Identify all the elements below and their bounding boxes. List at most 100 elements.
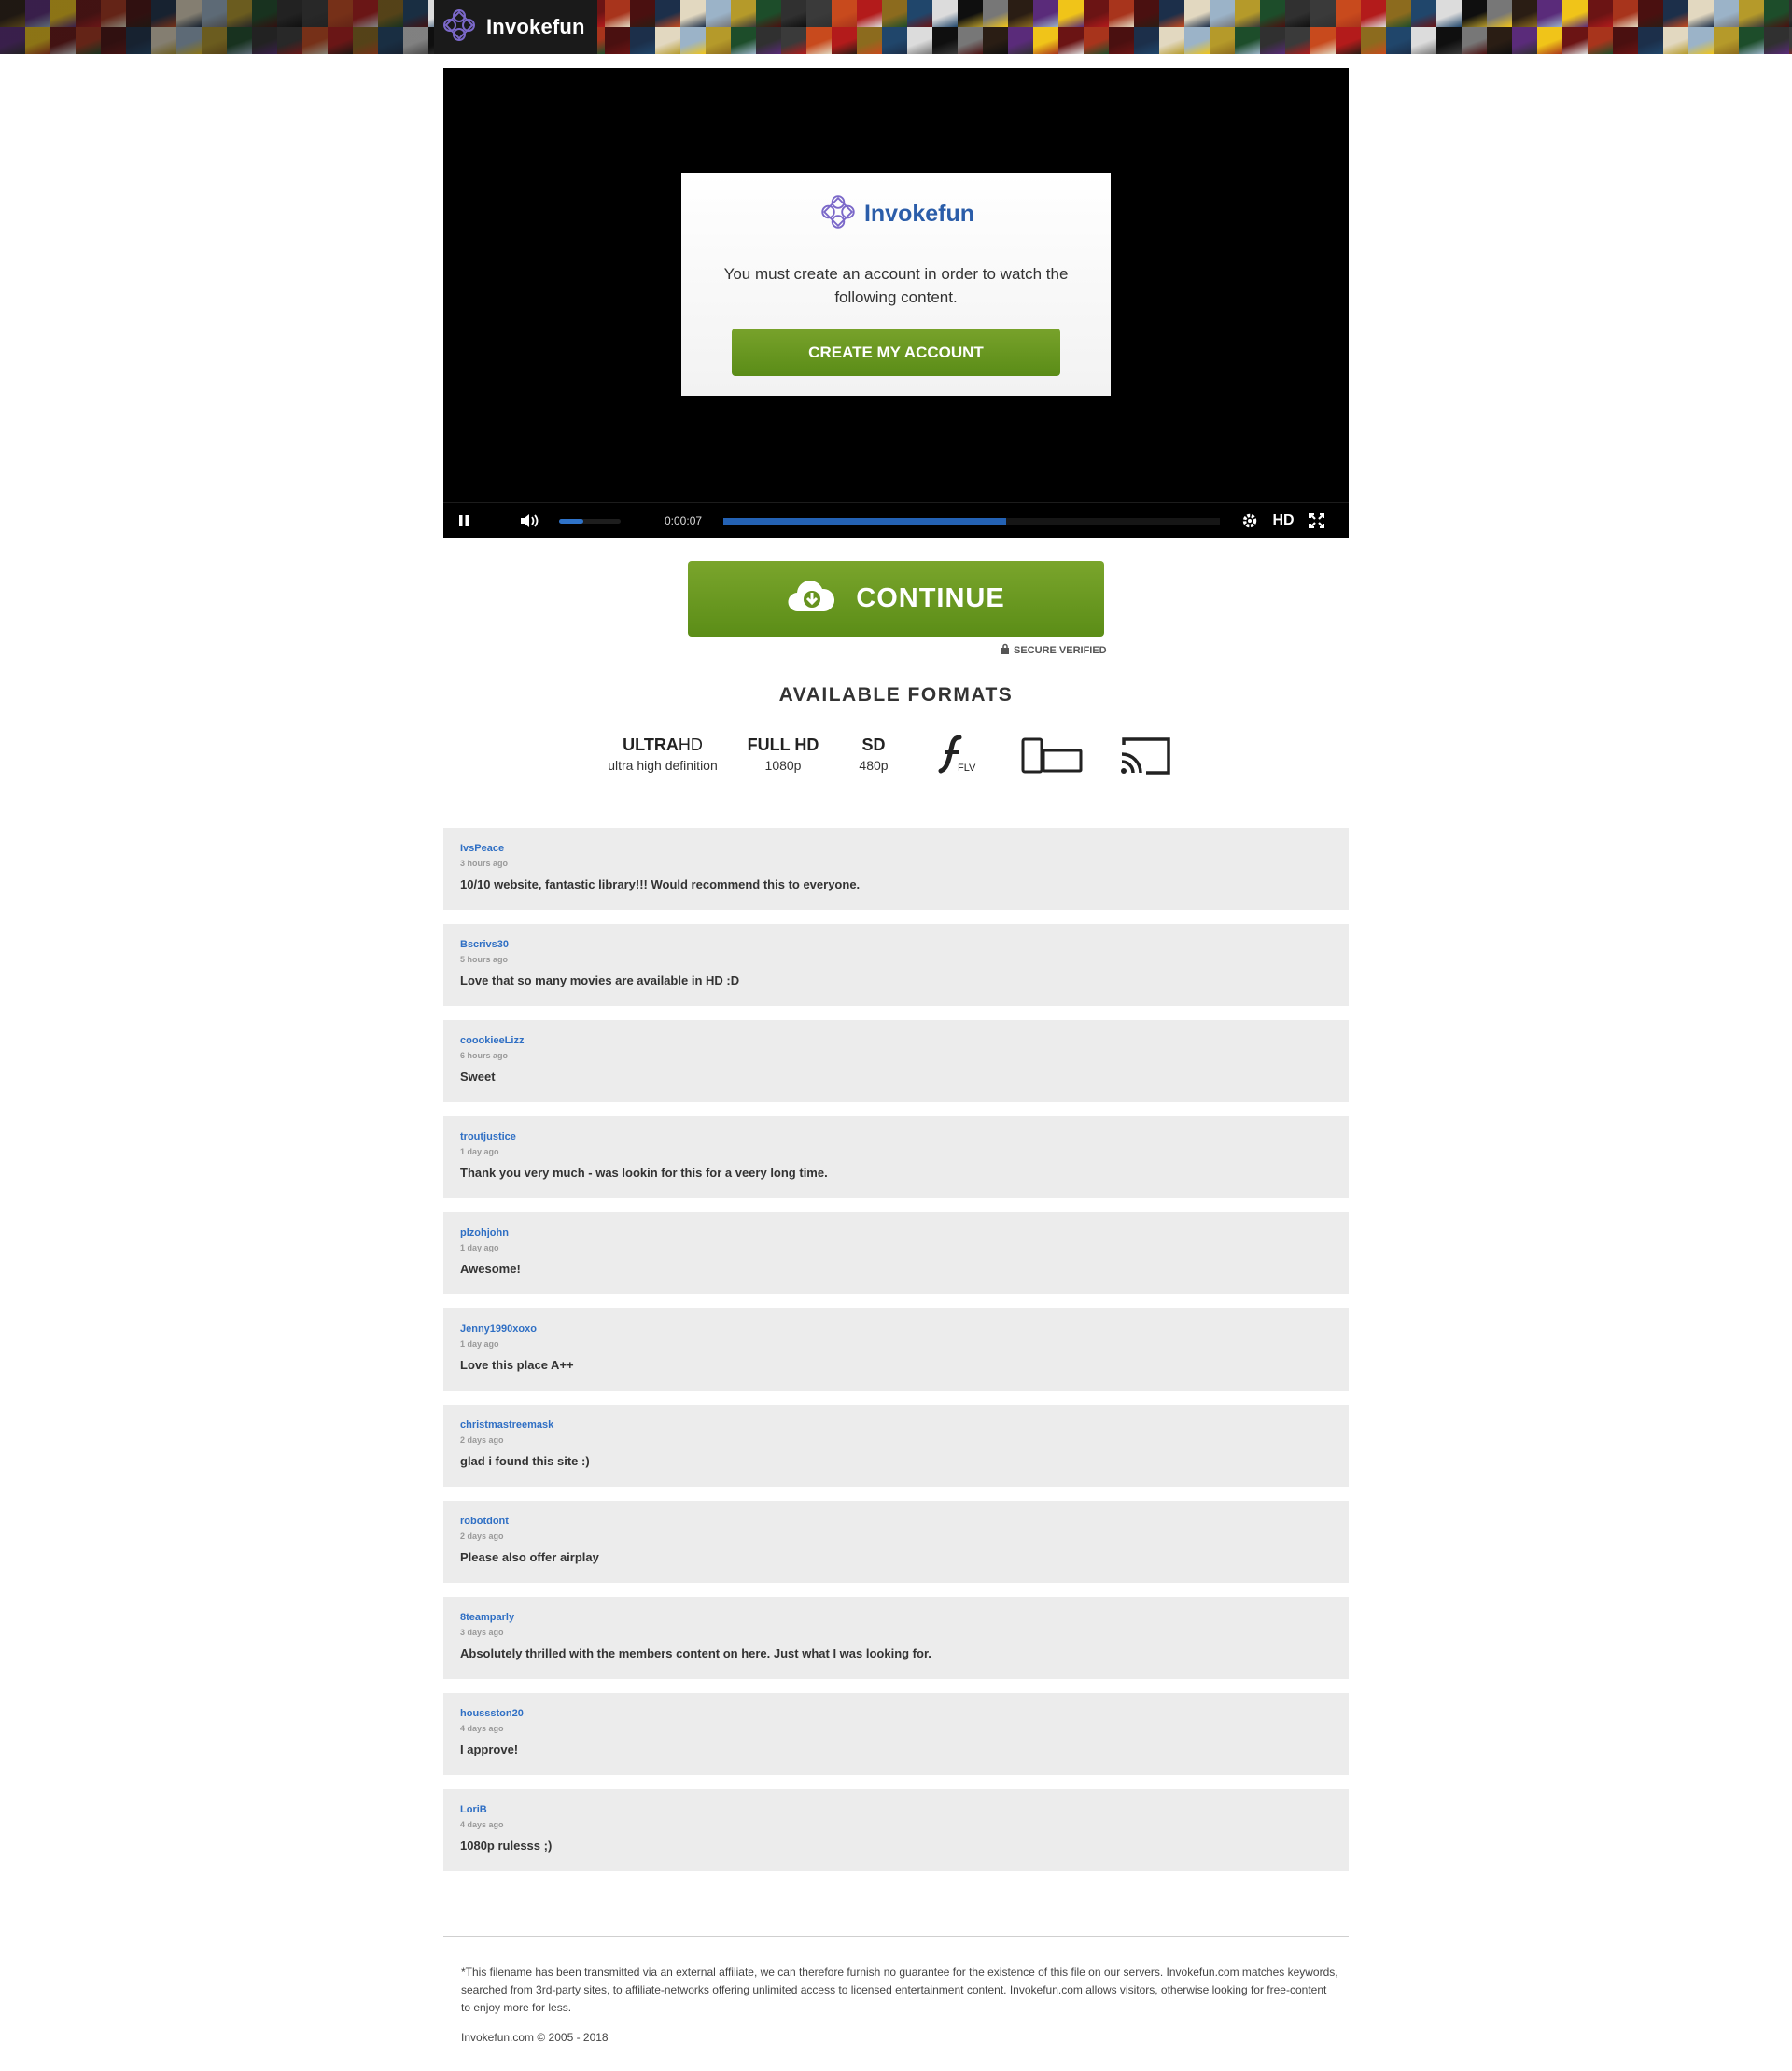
seek-bar[interactable] (723, 518, 1220, 525)
hd-toggle[interactable]: HD (1269, 503, 1297, 539)
poster-tile (101, 27, 126, 54)
comment-user[interactable]: plzohjohn (460, 1227, 509, 1238)
poster-tile (932, 0, 958, 27)
comment-item: Bscrivs30 5 hours ago Love that so many … (443, 924, 1349, 1006)
poster-tile (1310, 27, 1336, 54)
poster-tile (1663, 0, 1688, 27)
format-sd: SD 480p (846, 735, 902, 773)
poster-tile (1109, 27, 1134, 54)
poster-tile (328, 27, 353, 54)
poster-tile (756, 0, 781, 27)
comment-item: robotdont 2 days ago Please also offer a… (443, 1501, 1349, 1583)
poster-tile (1386, 0, 1411, 27)
volume-level (559, 519, 584, 524)
poster-tile (1764, 27, 1789, 54)
comment-item: LoriB 4 days ago 1080p rulesss ;) (443, 1789, 1349, 1871)
signup-modal: Invokefun You must create an account in … (681, 173, 1111, 396)
poster-tile (328, 0, 353, 27)
poster-tile (1361, 0, 1386, 27)
comment-time: 3 hours ago (460, 859, 509, 868)
poster-tile (1260, 0, 1285, 27)
continue-button[interactable]: CONTINUE (688, 561, 1104, 637)
volume-icon[interactable] (518, 503, 540, 539)
comment-user[interactable]: robotdont (460, 1516, 509, 1527)
continue-label: CONTINUE (856, 583, 1005, 613)
comment-text: Awesome! (460, 1262, 521, 1276)
devices-icon (1021, 737, 1083, 779)
comment-text: 1080p rulesss ;) (460, 1839, 553, 1853)
poster-tile (958, 0, 983, 27)
poster-tile (151, 0, 176, 27)
poster-tile (1638, 0, 1663, 27)
poster-tile (202, 0, 227, 27)
fullscreen-icon[interactable] (1306, 503, 1328, 539)
poster-tile (857, 0, 882, 27)
comment-time: 2 days ago (460, 1532, 504, 1541)
poster-tile (1235, 0, 1260, 27)
poster-tile (1336, 27, 1361, 54)
format-sub: ultra high definition (608, 758, 718, 773)
poster-tile (1336, 0, 1361, 27)
modal-logo: Invokefun (681, 191, 1111, 237)
volume-slider[interactable] (559, 519, 621, 524)
poster-tile (1613, 27, 1638, 54)
comment-user[interactable]: Bscrivs30 (460, 939, 509, 950)
poster-tile (1084, 27, 1109, 54)
comment-text: I approve! (460, 1742, 519, 1756)
poster-tile (1739, 27, 1764, 54)
poster-tile (1462, 0, 1487, 27)
poster-tile (832, 27, 857, 54)
flv-label: FLV (958, 763, 976, 774)
comment-time: 2 days ago (460, 1435, 504, 1445)
poster-tile (277, 27, 302, 54)
poster-tile (151, 27, 176, 54)
comment-item: troutjustice 1 day ago Thank you very mu… (443, 1116, 1349, 1198)
poster-tile (680, 0, 706, 27)
poster-tile (76, 27, 101, 54)
poster-tile (1638, 27, 1663, 54)
comment-item: Jenny1990xoxo 1 day ago Love this place … (443, 1308, 1349, 1391)
format-main-bold: ULTRA (623, 735, 679, 754)
poster-tile (932, 27, 958, 54)
comment-text: 10/10 website, fantastic library!!! Woul… (460, 877, 861, 891)
comment-user[interactable]: houssston20 (460, 1708, 524, 1719)
comment-user[interactable]: Jenny1990xoxo (460, 1323, 537, 1335)
comment-user[interactable]: coookieeLizz (460, 1035, 524, 1046)
poster-tile (1764, 0, 1789, 27)
poster-tile (983, 27, 1008, 54)
format-sub: 480p (859, 758, 889, 773)
poster-tile (907, 27, 932, 54)
poster-tile (302, 27, 328, 54)
poster-tile (1033, 27, 1058, 54)
comment-time: 5 hours ago (460, 955, 509, 964)
site-logo[interactable]: Invokefun (434, 0, 597, 54)
footer-copyright: Invokefun.com © 2005 - 2018 (461, 2031, 609, 2044)
poster-tile (1210, 27, 1235, 54)
poster-tile (227, 0, 252, 27)
comment-time: 1 day ago (460, 1339, 499, 1349)
format-sub: 1080p (764, 758, 802, 773)
poster-tile (1411, 0, 1436, 27)
comment-user[interactable]: 8teamparly (460, 1612, 514, 1623)
pause-icon[interactable] (453, 503, 475, 539)
secure-text: SECURE VERIFIED (1014, 644, 1107, 656)
poster-tile (25, 27, 50, 54)
comment-text: Thank you very much - was lookin for thi… (460, 1166, 828, 1180)
settings-icon[interactable] (1239, 503, 1261, 539)
comment-time: 1 day ago (460, 1147, 499, 1156)
video-player[interactable]: Invokefun You must create an account in … (443, 68, 1349, 538)
format-fullhd: FULL HD 1080p (739, 735, 827, 773)
comment-user[interactable]: LoriB (460, 1804, 487, 1815)
poster-tile (706, 27, 731, 54)
comment-item: IvsPeace 3 hours ago 10/10 website, fant… (443, 828, 1349, 910)
comment-user[interactable]: IvsPeace (460, 843, 504, 854)
comment-user[interactable]: christmastreemask (460, 1420, 553, 1431)
cloud-download-icon (787, 580, 835, 618)
comment-user[interactable]: troutjustice (460, 1131, 516, 1142)
poster-tile (1159, 0, 1184, 27)
poster-tile (1084, 0, 1109, 27)
poster-tile (731, 0, 756, 27)
create-account-button[interactable]: CREATE MY ACCOUNT (732, 329, 1060, 376)
poster-tile (1159, 27, 1184, 54)
poster-mosaic (0, 0, 1792, 54)
